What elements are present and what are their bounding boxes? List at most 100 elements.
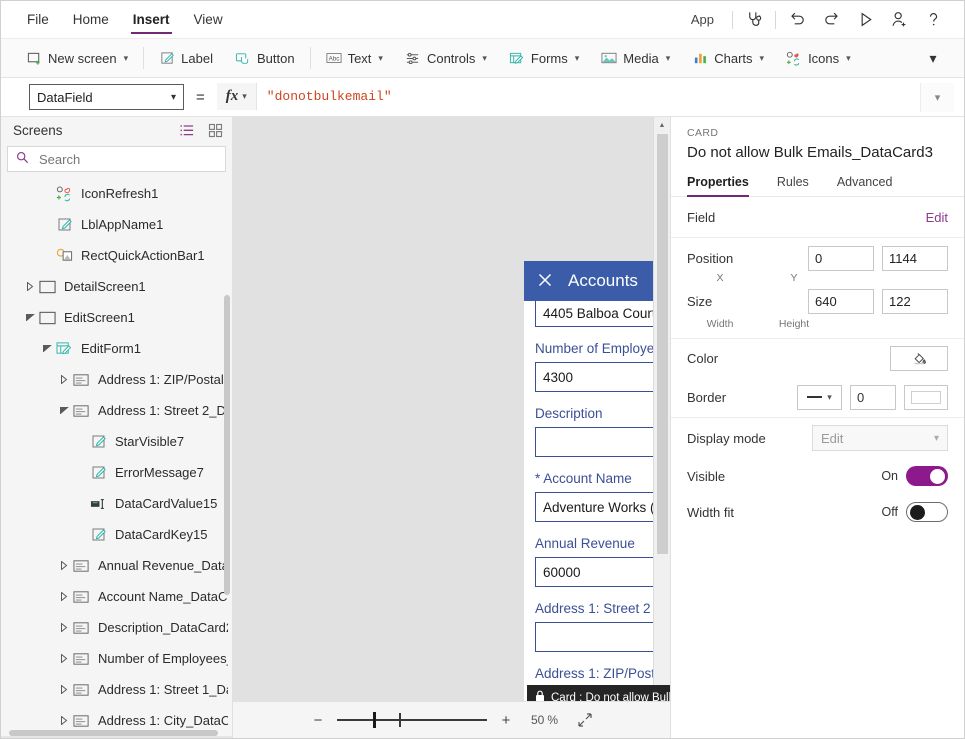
fit-screen-icon[interactable] <box>572 707 598 733</box>
tree-item[interactable]: Number of Employees_Data <box>1 643 232 674</box>
border-width-input[interactable]: 0 <box>850 385 896 410</box>
visible-toggle[interactable] <box>906 466 948 486</box>
chevron-down-icon[interactable] <box>39 345 55 352</box>
datacard-icon <box>72 652 91 666</box>
fx-button[interactable]: fx ▾ <box>217 83 257 110</box>
help-icon[interactable] <box>916 5 950 35</box>
ribbon-controls-menu[interactable]: Controls ▾ <box>394 44 498 72</box>
tree-item[interactable]: Address 1: ZIP/Postal Code_ <box>1 364 232 395</box>
chevron-right-icon[interactable] <box>56 623 72 632</box>
form-field: Number of Employees4300 <box>535 327 670 392</box>
tree-item[interactable]: Annual Revenue_DataCard2 <box>1 550 232 581</box>
tree-item[interactable]: ErrorMessage7 <box>1 457 232 488</box>
card-tooltip-text: Card : Do not allow Bulk Emails <box>551 692 670 702</box>
ribbon-media-menu[interactable]: Media ▾ <box>590 44 681 72</box>
undo-icon[interactable] <box>780 5 814 35</box>
form-field-label-text: Account Name <box>543 471 632 486</box>
position-x-input[interactable]: 0 <box>808 246 874 271</box>
form-field-label-text: Annual Revenue <box>535 536 635 551</box>
zoom-out-button[interactable]: − <box>305 707 331 733</box>
play-preview-icon[interactable] <box>848 5 882 35</box>
share-user-icon[interactable] <box>882 5 916 35</box>
app-canvas[interactable]: Accounts 4405 Balboa CourtNumber of Empl… <box>233 117 670 701</box>
chevron-right-icon[interactable] <box>56 561 72 570</box>
tab-advanced[interactable]: Advanced <box>837 170 905 196</box>
tree-item[interactable]: Account Name_DataCard2 <box>1 581 232 612</box>
menu-item-insert[interactable]: Insert <box>121 6 182 33</box>
canvas-scroll-thumb[interactable] <box>657 134 668 554</box>
search-input[interactable] <box>37 151 217 168</box>
field-actions: Edit <box>926 210 948 225</box>
ribbon-label: Label <box>181 51 213 66</box>
ribbon-forms-menu[interactable]: Forms ▾ <box>498 44 590 72</box>
chevron-right-icon[interactable] <box>22 282 38 291</box>
tree-item[interactable]: DetailScreen1 <box>1 271 232 302</box>
tree-item[interactable]: EditForm1 <box>1 333 232 364</box>
chevron-down-icon[interactable] <box>22 314 38 321</box>
tree-item[interactable]: DataCardKey15 <box>1 519 232 550</box>
border-color-preview <box>911 391 941 404</box>
formula-input[interactable]: "donotbulkemail" <box>257 83 920 110</box>
menu-item-file[interactable]: File <box>15 6 61 33</box>
scroll-up-icon[interactable]: ▲ <box>654 117 671 134</box>
width-fit-toggle[interactable] <box>906 502 948 522</box>
zoom-slider[interactable] <box>337 710 487 730</box>
form-field-input[interactable] <box>535 427 670 457</box>
display-mode-dropdown[interactable]: Edit ▾ <box>812 425 948 451</box>
chevron-down-icon[interactable] <box>56 407 72 414</box>
tree-item-selected[interactable]: Do not allow Bulk Emails_Da <box>1 736 232 738</box>
tree-item[interactable]: Description_DataCard2 <box>1 612 232 643</box>
ribbon-new-screen[interactable]: New screen ▾ <box>15 44 139 72</box>
form-field-input[interactable]: 60000 <box>535 557 670 587</box>
close-icon[interactable] <box>536 271 554 292</box>
chevron-right-icon[interactable] <box>56 654 72 663</box>
redo-icon[interactable] <box>814 5 848 35</box>
tree-item[interactable]: IconRefresh1 <box>1 178 232 209</box>
border-style-dropdown[interactable]: ▾ <box>797 385 842 410</box>
form-field-input[interactable]: 4405 Balboa Court <box>535 301 670 327</box>
chevron-down-icon: ▾ <box>242 91 247 102</box>
tree-item[interactable]: EditScreen1 <box>1 302 232 333</box>
size-width-input[interactable]: 640 <box>808 289 874 314</box>
thumbnail-view-icon[interactable] <box>206 122 224 140</box>
form-field-input[interactable] <box>535 622 670 652</box>
position-y-input[interactable]: 1144 <box>882 246 948 271</box>
border-color-swatch[interactable] <box>904 385 948 410</box>
tab-properties[interactable]: Properties <box>687 170 761 196</box>
ribbon-icons-menu[interactable]: Icons ▾ <box>775 44 862 72</box>
property-dropdown[interactable]: DataField ▾ <box>29 84 184 110</box>
menu-item-view[interactable]: View <box>182 6 235 33</box>
tree-item[interactable]: StarVisible7 <box>1 426 232 457</box>
tab-rules[interactable]: Rules <box>777 170 821 196</box>
chevron-right-icon[interactable] <box>56 592 72 601</box>
ribbon-label-control[interactable]: Label <box>148 44 224 72</box>
fill-bucket-icon[interactable] <box>890 346 948 371</box>
tree-item[interactable]: LblAppName1 <box>1 209 232 240</box>
formula-expand-chevron-down-icon[interactable]: ▾ <box>920 83 954 112</box>
app-checker-icon[interactable] <box>737 5 771 35</box>
size-height-input[interactable]: 122 <box>882 289 948 314</box>
zoom-slider-thumb[interactable] <box>373 712 376 728</box>
tree-item[interactable]: Address 1: Street 1_DataCar <box>1 674 232 705</box>
canvas-vertical-scrollbar[interactable]: ▲ ▼ <box>653 117 670 701</box>
edit-field-link[interactable]: Edit <box>926 210 948 225</box>
ribbon-text-menu[interactable]: Abc Text ▾ <box>315 44 394 72</box>
tree-item[interactable]: RectQuickActionBar1 <box>1 240 232 271</box>
form-field-input[interactable]: 4300 <box>535 362 670 392</box>
menu-item-home[interactable]: Home <box>61 6 121 33</box>
form-field-input[interactable]: Adventure Works (sample) <box>535 492 670 522</box>
chevron-right-icon[interactable] <box>56 685 72 694</box>
zoom-in-button[interactable]: + <box>493 707 519 733</box>
tree-item[interactable]: Address 1: Street 2_DataCar <box>1 395 232 426</box>
sidebar-horizontal-scrollbar[interactable] <box>9 730 218 736</box>
chevron-right-icon[interactable] <box>56 716 72 725</box>
ribbon-button-control[interactable]: Button <box>224 44 306 72</box>
chevron-right-icon[interactable] <box>56 375 72 384</box>
sidebar-vertical-scrollbar[interactable] <box>224 295 230 595</box>
ribbon-charts-menu[interactable]: Charts ▾ <box>681 44 775 72</box>
sidebar-search[interactable] <box>7 146 226 172</box>
ribbon-overflow-chevron-down-icon[interactable]: ▾ <box>916 44 950 72</box>
tree-view-icon[interactable] <box>178 122 196 140</box>
new-screen-icon <box>26 50 42 66</box>
tree-item[interactable]: DataCardValue15 <box>1 488 232 519</box>
